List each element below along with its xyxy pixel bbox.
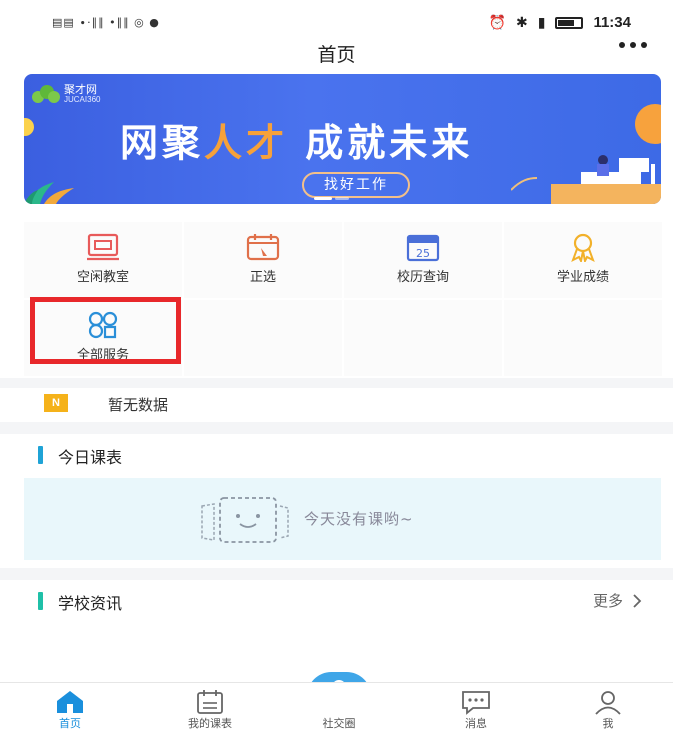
more-news-link[interactable]: 更多 [593, 590, 643, 611]
app-header: 首页 [0, 34, 673, 72]
signal-indicators: ▤▤ ∙·∥∥ •∥∥ ◎ ● [52, 16, 160, 29]
tab-home[interactable]: 首页 [20, 683, 120, 731]
promo-banner[interactable]: 聚才网 JUCAI360 网聚人才 成就未来 找好工作 [24, 74, 661, 204]
service-label: 学业成绩 [556, 270, 609, 285]
bluetooth-icon: ✱ [516, 14, 528, 31]
alarm-icon: ⏰ [488, 14, 506, 31]
section-accent [38, 446, 43, 464]
red-highlight-annotation [30, 297, 181, 364]
service-course-select[interactable]: 正选 [184, 222, 342, 298]
battery-icon [555, 16, 584, 29]
service-label: 空闲教室 [76, 270, 129, 285]
service-slot-empty [344, 300, 502, 376]
notice-text: 暂无数据 [108, 396, 169, 414]
status-bar: ▤▤ ∙·∥∥ •∥∥ ◎ ● ⏰ ✱ ▮ 11:34 [0, 0, 673, 34]
decor-circle [635, 104, 661, 144]
notice-icon: N [44, 394, 68, 412]
vibrate-icon: ▮ [537, 14, 546, 31]
calendar-select-icon [246, 234, 280, 261]
carousel-indicator [314, 197, 349, 200]
award-ribbon-icon [571, 233, 595, 262]
decor-dot [24, 118, 34, 136]
plant-illustration [24, 182, 74, 204]
logo-icon [32, 85, 60, 103]
find-job-button[interactable]: 找好工作 [302, 172, 410, 198]
tab-label: 首页 [59, 717, 81, 730]
section-title: 今日课表 [58, 448, 123, 467]
clock: 11:34 [593, 14, 631, 31]
empty-card-icon [201, 497, 289, 543]
banner-logo: 聚才网 JUCAI360 [32, 84, 100, 104]
schedule-header: 今日课表 [0, 434, 673, 474]
service-free-classroom[interactable]: 空闲教室 [24, 222, 182, 298]
schedule-empty-state: 今天没有课哟~ [24, 478, 661, 560]
divider [0, 422, 673, 434]
profile-icon [595, 691, 621, 715]
classroom-icon [87, 233, 119, 261]
tab-label: 我的课表 [188, 717, 232, 730]
bottom-tab-bar: 首页 我的课表 社交圈 消息 我 [0, 682, 673, 731]
news-header: 学校资讯 更多 [0, 580, 673, 620]
service-academic-grades[interactable]: 学业成绩 [504, 222, 662, 298]
service-slot-empty [504, 300, 662, 376]
more-menu-icon[interactable] [619, 42, 647, 48]
tab-community[interactable]: 社交圈 [289, 683, 389, 731]
service-school-calendar[interactable]: 25 校历查询 [344, 222, 502, 298]
message-icon [462, 691, 490, 715]
divider [0, 378, 673, 388]
tab-label: 社交圈 [322, 717, 356, 730]
service-slot-empty [184, 300, 342, 376]
tab-label: 我 [602, 717, 614, 730]
notice-bar[interactable]: N 暂无数据 [0, 388, 673, 422]
svg-text:25: 25 [416, 247, 430, 260]
calendar-25-icon: 25 [406, 234, 440, 262]
section-title: 学校资讯 [58, 594, 123, 613]
tab-messages[interactable]: 消息 [426, 683, 526, 731]
service-label: 校历查询 [396, 270, 449, 285]
tab-profile[interactable]: 我 [558, 683, 658, 731]
logo-sub: JUCAI360 [64, 95, 101, 104]
schedule-icon [197, 690, 223, 714]
tab-my-schedule[interactable]: 我的课表 [160, 683, 260, 731]
service-label: 正选 [249, 270, 276, 285]
tab-label: 消息 [465, 717, 487, 730]
banner-slogan: 网聚人才 成就未来 [120, 121, 474, 165]
desk-illustration [511, 155, 661, 204]
page-title: 首页 [317, 44, 356, 66]
home-icon [57, 691, 83, 713]
section-accent [38, 592, 43, 610]
divider [0, 568, 673, 580]
logo-name: 聚才网 [64, 83, 97, 96]
empty-message: 今天没有课哟~ [304, 510, 414, 528]
chevron-right-icon [633, 593, 642, 608]
